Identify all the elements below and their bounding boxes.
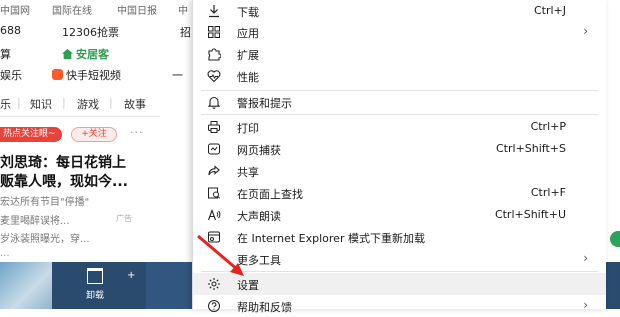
news-headline-line-2[interactable]: 贩靠人喂，现如今...: [0, 171, 128, 191]
menu-label: 网页捕获: [237, 144, 281, 157]
add-icon[interactable]: +: [127, 270, 135, 281]
menu-label: 扩展: [237, 49, 259, 62]
chevron-right-icon: ›: [583, 298, 588, 312]
menu-shortcut: Ctrl+J: [533, 4, 566, 17]
page-right-edge: [605, 0, 620, 262]
news-item-1[interactable]: 宏达所有节目"停播": [0, 193, 89, 208]
menu-shortcut: Ctrl+P: [530, 120, 566, 133]
find-icon: [208, 187, 221, 199]
share-icon: [208, 165, 220, 176]
link-kuaishou[interactable]: 快手短视频: [52, 67, 121, 83]
menu-item-web-capture[interactable]: 网页捕获 Ctrl+Shift+S: [193, 138, 606, 160]
menu-separator: [201, 271, 598, 272]
link-more[interactable]: 中: [178, 2, 188, 17]
read-aloud-icon: [207, 208, 221, 221]
news-item-3[interactable]: 岁泳装照曝光，穿...: [0, 230, 90, 245]
link-china-daily[interactable]: 中国日报: [117, 2, 157, 17]
help-icon: [208, 300, 220, 312]
news-headline-line-1[interactable]: 刘思琦：每日花销上: [0, 152, 126, 172]
link-china-net[interactable]: 中国网: [0, 2, 30, 17]
tab-knowledge[interactable]: 知识: [30, 96, 52, 112]
browser-menu: 下载 Ctrl+J 应用 › 扩展 性能 警报和提示 打印 Ctrl+P 网页捕…: [192, 0, 606, 314]
menu-item-read-aloud[interactable]: 大声朗读 Ctrl+Shift+U: [193, 204, 606, 226]
menu-label: 共享: [237, 166, 259, 179]
web-capture-icon: [208, 143, 220, 155]
ie-mode-icon: [208, 231, 220, 243]
tab-stories[interactable]: 故事: [124, 96, 146, 112]
top-links: 中国网 国际在线 中国日报 中: [0, 0, 200, 17]
chevron-right-icon: ›: [583, 251, 588, 265]
performance-icon: [207, 70, 221, 83]
chevron-right-icon: ›: [583, 24, 588, 38]
menu-item-apps[interactable]: 应用 ›: [193, 21, 606, 43]
print-icon: [208, 121, 220, 133]
news-item-2[interactable]: 麦里喝醉误将...: [0, 212, 70, 227]
ad-label: 广告: [116, 214, 132, 223]
taskbar-tile: [146, 262, 192, 309]
menu-item-performance[interactable]: 性能: [193, 65, 606, 87]
uninstall-button[interactable]: 卸载: [80, 266, 110, 306]
wallpaper-thumbnail: [0, 262, 52, 309]
uninstall-label: 卸载: [85, 291, 104, 301]
menu-separator: [201, 114, 598, 115]
tab-entertainment[interactable]: 乐: [0, 96, 11, 112]
link-12306[interactable]: 12306抢票: [62, 24, 119, 40]
menu-item-alerts[interactable]: 警报和提示: [193, 91, 606, 113]
menu-item-print[interactable]: 打印 Ctrl+P: [193, 116, 606, 138]
menu-item-ie-mode[interactable]: 在 Internet Explorer 模式下重新加载: [193, 226, 606, 248]
more-options-icon[interactable]: ···: [130, 126, 144, 139]
menu-item-share[interactable]: 共享: [193, 160, 606, 182]
menu-label: 设置: [237, 279, 259, 292]
trash-icon: [87, 268, 103, 284]
settings-icon: [208, 278, 220, 290]
menu-label: 更多工具: [237, 254, 281, 267]
menu-label: 应用: [237, 27, 259, 40]
hot-topic-badge: 热点关注眼~: [0, 127, 62, 142]
menu-label: 下载: [237, 6, 259, 19]
download-icon: [209, 5, 219, 18]
link-row4-more[interactable]: 一: [172, 67, 183, 83]
link-688[interactable]: 688: [0, 24, 21, 37]
bell-icon: [207, 96, 221, 109]
menu-item-help[interactable]: 帮助和反馈 ›: [193, 295, 606, 317]
link-calc[interactable]: 算: [0, 46, 11, 62]
menu-item-extensions[interactable]: 扩展: [193, 43, 606, 65]
menu-label: 性能: [237, 71, 259, 84]
menu-item-more-tools[interactable]: 更多工具 ›: [193, 248, 606, 270]
menu-label: 打印: [237, 122, 259, 135]
menu-item-downloads[interactable]: 下载 Ctrl+J: [193, 0, 606, 22]
menu-label: 警报和提示: [237, 97, 292, 110]
tab-games[interactable]: 游戏: [77, 96, 99, 112]
menu-item-settings[interactable]: 设置: [193, 273, 606, 295]
menu-label: 在 Internet Explorer 模式下重新加载: [237, 232, 425, 245]
extensions-icon: [208, 48, 221, 61]
menu-label: 帮助和反馈: [237, 301, 292, 314]
follow-button[interactable]: +关注: [71, 127, 117, 142]
menu-shortcut: Ctrl+Shift+U: [494, 208, 566, 221]
menu-shortcut: Ctrl+F: [530, 186, 566, 199]
apps-icon: [208, 26, 220, 38]
link-row2-more[interactable]: 招: [180, 24, 191, 40]
menu-label: 在页面上查找: [237, 188, 303, 201]
link-entertainment[interactable]: 娱乐: [0, 67, 22, 83]
link-anjuke[interactable]: 安居客: [62, 46, 109, 62]
menu-item-find[interactable]: 在页面上查找 Ctrl+F: [193, 182, 606, 204]
tabs-divider: [0, 116, 160, 117]
menu-shortcut: Ctrl+Shift+S: [496, 142, 566, 155]
house-icon: [62, 49, 73, 59]
kuaishou-icon: [52, 69, 63, 80]
news-item-4[interactable]: ...: [0, 248, 10, 259]
menu-label: 大声朗读: [237, 210, 281, 223]
side-widget-icon[interactable]: [610, 231, 620, 247]
link-cri[interactable]: 国际在线: [52, 2, 92, 17]
